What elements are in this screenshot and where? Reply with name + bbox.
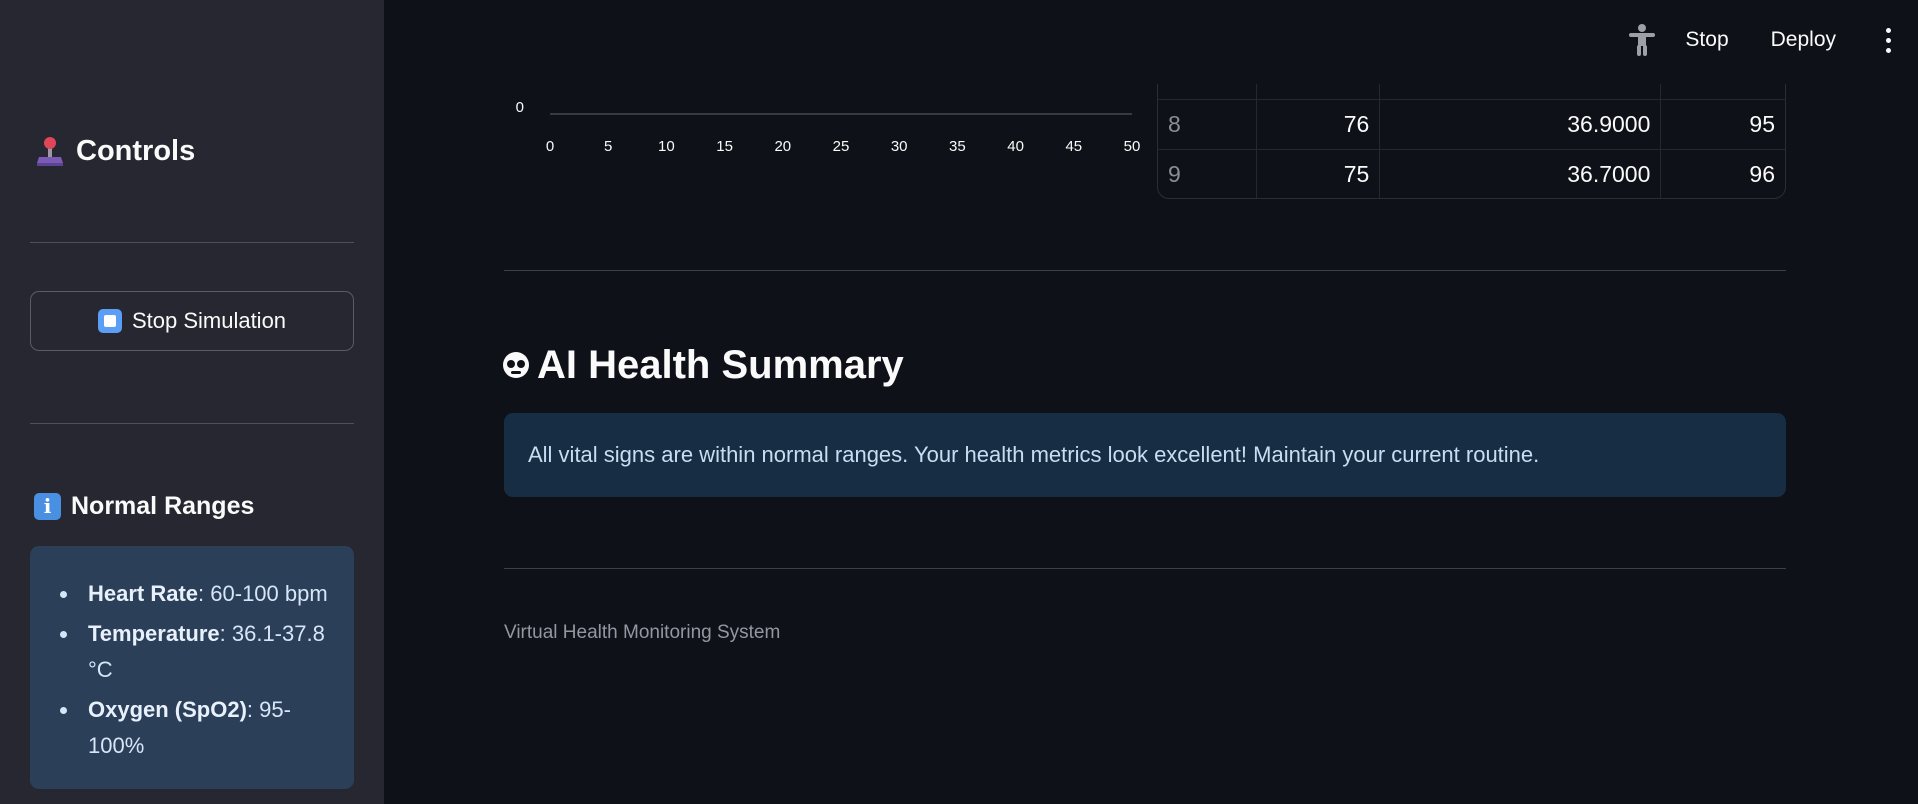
x-tick-label: 30 xyxy=(891,138,908,155)
range-label: Heart Rate xyxy=(88,581,199,606)
vitals-chart: 0 0 5 10 15 20 25 30 35 40 45 50 xyxy=(500,90,1141,160)
sidebar-divider xyxy=(30,423,354,424)
x-tick-label: 0 xyxy=(546,138,554,155)
stop-link[interactable]: Stop xyxy=(1685,28,1728,52)
accessibility-icon[interactable] xyxy=(1627,23,1657,57)
range-label: Temperature xyxy=(88,621,220,646)
footer-caption: Virtual Health Monitoring System xyxy=(504,622,781,643)
stop-simulation-label: Stop Simulation xyxy=(131,308,287,333)
x-tick-label: 20 xyxy=(774,138,791,155)
heart-rate-cell: 75 xyxy=(1255,150,1380,198)
x-tick-label: 25 xyxy=(833,138,850,155)
x-tick-label: 35 xyxy=(949,138,966,155)
x-tick-label: 10 xyxy=(658,138,675,155)
row-index-cell: 8 xyxy=(1168,111,1181,137)
table-cell xyxy=(1255,84,1380,99)
table-row-partial xyxy=(1158,84,1785,99)
joystick-icon xyxy=(36,135,64,167)
sidebar-title: Controls xyxy=(36,133,195,169)
app-root: Controls Stop Simulation i Normal Ranges… xyxy=(0,0,1918,804)
range-item-oxygen: Oxygen (SpO2): 95-100% xyxy=(60,692,334,764)
sidebar-title-text: Controls xyxy=(76,134,196,167)
stop-square-icon xyxy=(97,309,122,333)
oxygen-cell: 96 xyxy=(1660,150,1785,198)
info-icon: i xyxy=(34,492,61,520)
kebab-menu-icon[interactable] xyxy=(1878,25,1898,55)
y-tick-label: 0 xyxy=(516,99,524,116)
table-row: 9 75 36.7000 96 xyxy=(1158,149,1785,198)
ai-summary-title: AI Health Summary xyxy=(537,342,904,387)
table-cell xyxy=(1660,84,1785,99)
stop-simulation-button[interactable]: Stop Simulation xyxy=(30,291,354,351)
temperature-cell: 36.9000 xyxy=(1379,100,1660,149)
ai-summary-text: All vital signs are within normal ranges… xyxy=(528,442,1540,467)
table-row: 8 76 36.9000 95 xyxy=(1158,99,1785,149)
normal-ranges-title: Normal Ranges xyxy=(71,491,255,520)
normal-ranges-heading: i Normal Ranges xyxy=(34,490,254,522)
sidebar: Controls Stop Simulation i Normal Ranges… xyxy=(0,0,384,804)
table-cell xyxy=(1158,84,1256,99)
x-tick-label: 40 xyxy=(1007,138,1024,155)
x-tick-label: 5 xyxy=(604,138,612,155)
normal-ranges-list: Heart Rate: 60-100 bpm Temperature: 36.1… xyxy=(60,576,334,764)
range-value: : 60-100 bpm xyxy=(198,581,328,606)
vitals-chart-svg: 0 0 5 10 15 20 25 30 35 40 45 50 xyxy=(516,99,1141,155)
deploy-button[interactable]: Deploy xyxy=(1771,28,1836,52)
x-tick-label: 15 xyxy=(716,138,733,155)
section-divider xyxy=(504,568,1786,569)
range-item-heart-rate: Heart Rate: 60-100 bpm xyxy=(60,576,334,612)
vitals-table: 8 76 36.9000 95 9 75 36.7000 96 xyxy=(1157,84,1786,199)
sidebar-divider xyxy=(30,242,354,243)
temperature-cell: 36.7000 xyxy=(1379,150,1660,198)
range-item-temperature: Temperature: 36.1-37.8 °C xyxy=(60,616,334,688)
section-divider xyxy=(504,270,1786,271)
table-cell xyxy=(1379,84,1660,99)
range-label: Oxygen (SpO2) xyxy=(88,697,247,722)
x-tick-label: 50 xyxy=(1124,138,1140,155)
header-toolbar: Stop Deploy xyxy=(1627,20,1898,60)
robot-face-icon xyxy=(503,352,529,378)
heart-rate-cell: 76 xyxy=(1255,100,1380,149)
row-index-cell: 9 xyxy=(1168,161,1181,187)
ai-summary-box: All vital signs are within normal ranges… xyxy=(504,413,1786,497)
ai-summary-heading: AI Health Summary xyxy=(503,340,904,390)
normal-ranges-box: Heart Rate: 60-100 bpm Temperature: 36.1… xyxy=(30,546,354,789)
x-tick-label: 45 xyxy=(1065,138,1082,155)
oxygen-cell: 95 xyxy=(1660,100,1785,149)
